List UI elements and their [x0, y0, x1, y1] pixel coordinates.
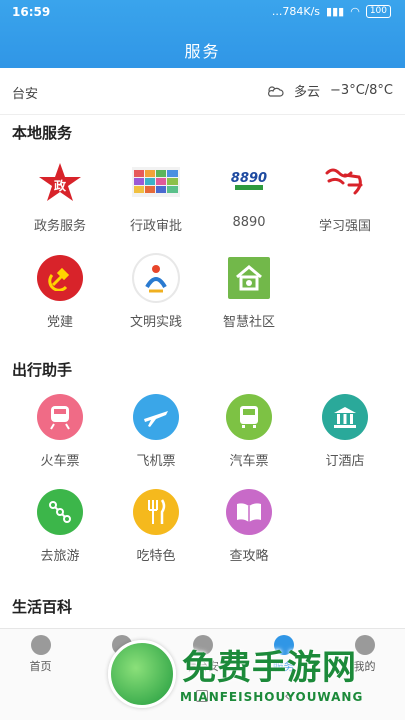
wifi-icon: ◠	[350, 5, 360, 18]
hotel-icon	[321, 393, 369, 441]
plane-icon	[132, 393, 180, 441]
tile-label: 文明实践	[129, 315, 182, 330]
section-title-life: 生活百科	[12, 598, 73, 616]
tile-label: 飞机票	[136, 454, 176, 469]
tile-food[interactable]: 吃特色	[108, 488, 204, 564]
tile-smart-community[interactable]: 智慧社区	[201, 254, 297, 330]
tile-label: 火车票	[40, 454, 80, 469]
approval-grid-icon	[132, 158, 180, 206]
tile-plane[interactable]: 飞机票	[108, 393, 204, 469]
watermark-logo-icon	[108, 640, 176, 708]
status-bar: 16:59 ...784K/s ▮▮▮ ◠ 100	[0, 0, 405, 24]
network-speed: ...784K/s	[271, 5, 321, 18]
svg-text:8890: 8890	[231, 171, 267, 186]
weather-temperature: −3°C/8°C	[330, 83, 393, 98]
tile-label: 去旅游	[40, 549, 80, 564]
nav-home[interactable]: 首页	[0, 635, 81, 674]
tile-train[interactable]: 火车票	[12, 393, 108, 469]
watermark-text: 免费手游网	[182, 648, 357, 688]
gov-star-icon: 政	[36, 158, 84, 206]
nav-label: 首页	[29, 660, 52, 673]
xuexi-icon	[321, 158, 369, 206]
tile-bus[interactable]: 汽车票	[201, 393, 297, 469]
train-icon	[36, 393, 84, 441]
svg-text:政: 政	[54, 178, 67, 193]
tile-hotel[interactable]: 订酒店	[297, 393, 393, 469]
food-icon	[132, 488, 180, 536]
tile-label: 汽车票	[229, 454, 269, 469]
tile-label: 政务服务	[33, 219, 86, 234]
tile-xuexi[interactable]: 学习强国	[297, 158, 393, 234]
smart-community-icon	[225, 254, 273, 302]
status-right: ...784K/s ▮▮▮ ◠ 100	[272, 5, 391, 18]
home-icon	[30, 635, 51, 655]
hotline-8890-icon: 8890	[225, 158, 273, 206]
weather-info: 多云 −3°C/8°C	[266, 81, 393, 100]
section-title-local: 本地服务	[12, 124, 73, 142]
tile-label: 学习强国	[318, 219, 371, 234]
tile-label: 8890	[232, 215, 266, 230]
party-emblem-icon	[36, 254, 84, 302]
bus-icon	[225, 393, 273, 441]
tile-label: 行政审批	[129, 219, 182, 234]
tile-gov-service[interactable]: 政 政务服务	[12, 158, 108, 234]
tile-label: 吃特色	[136, 549, 176, 564]
weather-row: 台安 多云 −3°C/8°C	[0, 68, 405, 115]
tile-label: 智慧社区	[222, 315, 275, 330]
app-header: 16:59 ...784K/s ▮▮▮ ◠ 100 服务	[0, 0, 405, 68]
watermark: 免费手游网 MIANFEISHOUYOUWANG	[102, 630, 402, 720]
tile-tour[interactable]: 去旅游	[12, 488, 108, 564]
signal-icon: ▮▮▮	[326, 5, 345, 18]
tile-admin-approval[interactable]: 行政审批	[108, 158, 204, 234]
civilization-icon	[132, 253, 180, 303]
city-label[interactable]: 台安	[12, 83, 38, 102]
tile-label: 订酒店	[325, 454, 365, 469]
status-time: 16:59	[12, 5, 51, 19]
route-icon	[36, 488, 84, 536]
tile-8890[interactable]: 8890 8890	[201, 158, 297, 230]
tile-label: 党建	[46, 315, 73, 330]
page-title: 服务	[184, 42, 221, 61]
tile-civilization[interactable]: 文明实践	[108, 253, 204, 330]
battery-icon: 100	[365, 5, 391, 18]
guide-book-icon	[225, 488, 273, 536]
tile-guide[interactable]: 查攻略	[201, 488, 297, 564]
weather-condition: 多云	[294, 85, 321, 100]
tile-party[interactable]: 党建	[12, 254, 108, 330]
cloudy-icon	[268, 85, 284, 97]
watermark-subtext: MIANFEISHOUYOUWANG	[180, 690, 364, 704]
section-title-travel: 出行助手	[12, 361, 73, 379]
tile-label: 查攻略	[229, 549, 269, 564]
